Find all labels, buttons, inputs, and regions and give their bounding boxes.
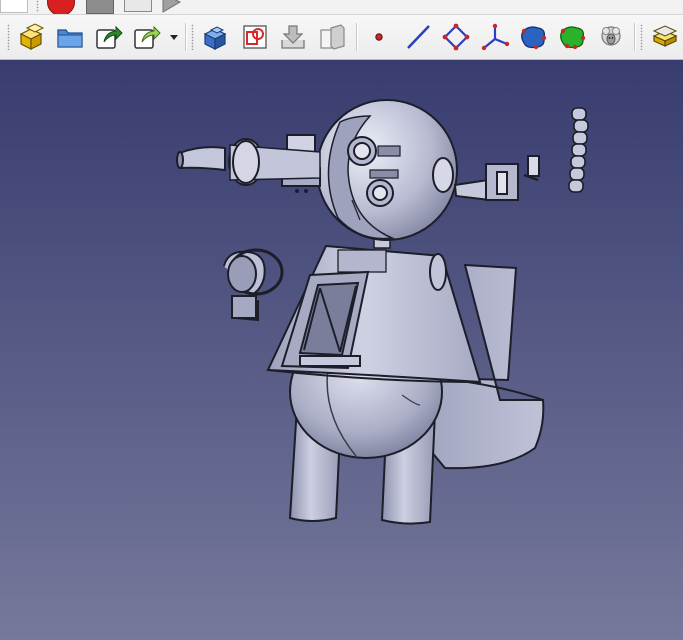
main-toolbar <box>0 15 683 60</box>
chevron-down-icon[interactable] <box>170 35 178 41</box>
gripper-part <box>223 248 284 322</box>
subshape-binder-icon[interactable] <box>556 21 588 53</box>
toolbar-separator <box>185 23 186 51</box>
macros-icon[interactable] <box>124 0 152 12</box>
right-shoulder-assembly <box>453 155 540 202</box>
chain-part <box>568 107 589 193</box>
toolbar-separator <box>356 23 357 51</box>
clone-icon[interactable] <box>595 21 627 53</box>
datum-point-icon[interactable] <box>363 21 395 53</box>
shape-binder-icon[interactable] <box>517 21 549 53</box>
robot-model[interactable] <box>0 60 683 640</box>
link-icon[interactable] <box>93 21 125 53</box>
toolbar-grip[interactable] <box>640 24 643 50</box>
record-macro-icon[interactable] <box>47 0 75 14</box>
toolbar-grip[interactable] <box>36 0 39 12</box>
part-icon[interactable] <box>16 21 48 53</box>
datum-line-icon[interactable] <box>402 21 434 53</box>
execute-macro-icon[interactable] <box>160 0 182 14</box>
left-shoulder-assembly <box>176 134 321 193</box>
local-coordinate-system-icon[interactable] <box>479 21 511 53</box>
subshapebinder-icon[interactable] <box>316 21 348 53</box>
toolbar-grip[interactable] <box>7 24 10 50</box>
3d-viewport[interactable] <box>0 60 683 640</box>
group-icon[interactable] <box>54 21 86 53</box>
link-actions-icon[interactable] <box>131 21 163 53</box>
stop-macro-icon[interactable] <box>86 0 114 14</box>
create-body-icon[interactable] <box>200 21 232 53</box>
toolbar-separator <box>634 23 635 51</box>
import-icon[interactable] <box>277 21 309 53</box>
datum-plane-icon[interactable] <box>440 21 472 53</box>
create-sketch-icon[interactable] <box>239 21 271 53</box>
toolbar-grip[interactable] <box>191 24 194 50</box>
combo-box-edge[interactable] <box>0 0 28 13</box>
robot-head <box>316 99 458 241</box>
macro-toolbar-strip <box>0 0 683 15</box>
additive-feature-icon[interactable] <box>649 21 681 53</box>
